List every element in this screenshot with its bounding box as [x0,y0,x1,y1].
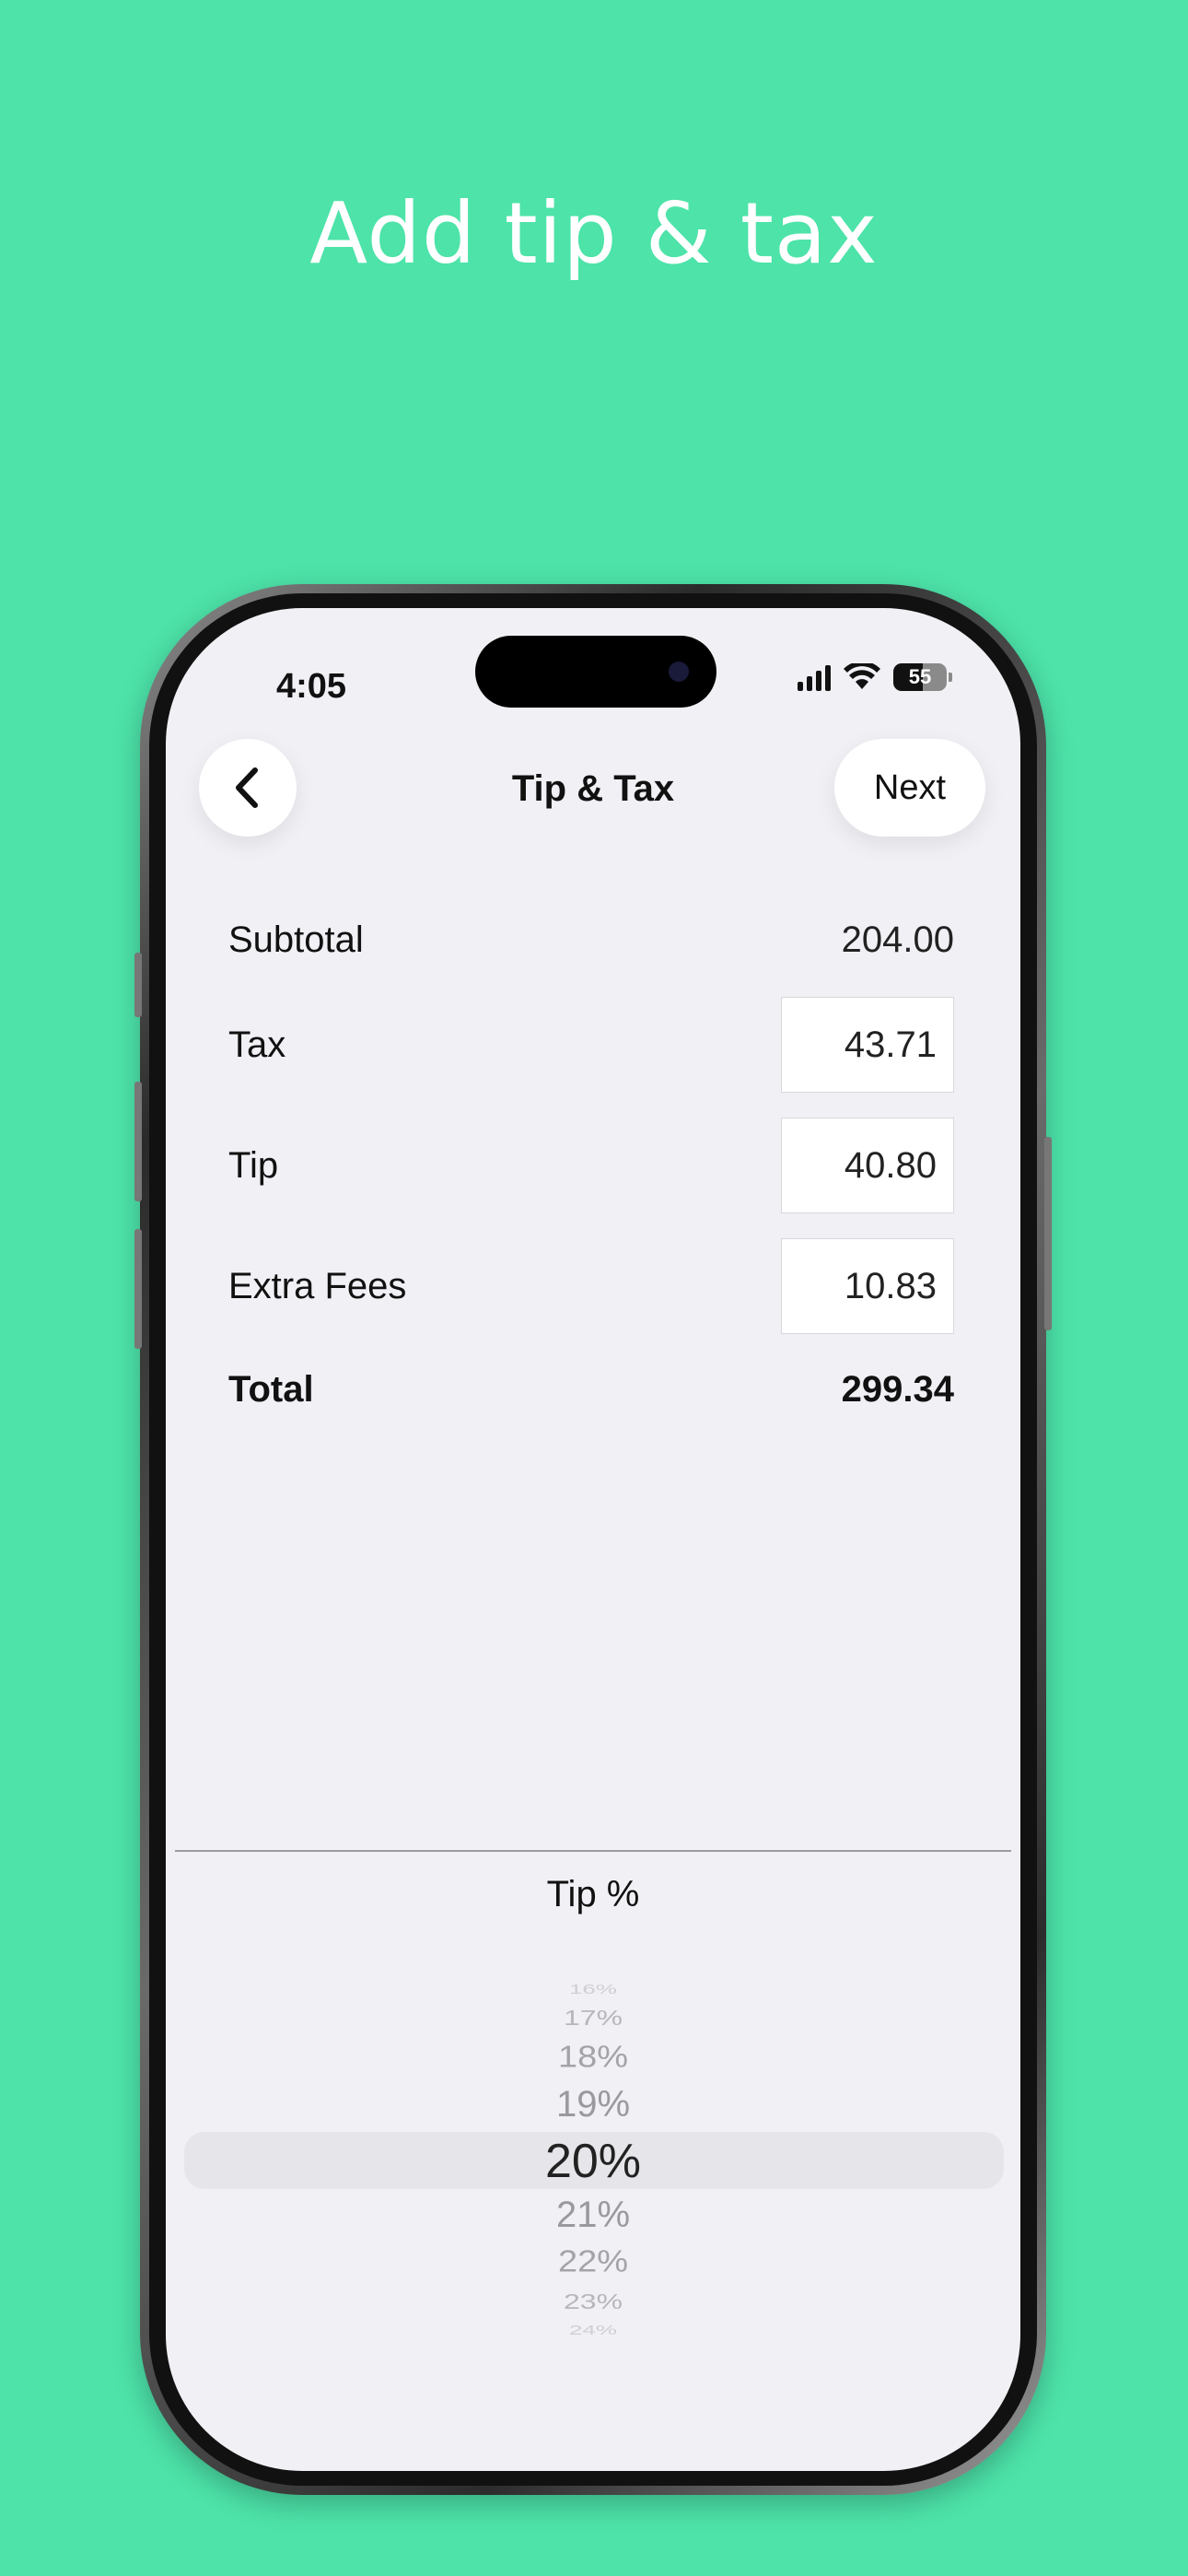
tip-percent-title: Tip % [546,1874,640,1914]
picker-option[interactable]: 24% [166,2324,1020,2336]
divider [175,1850,1011,1852]
picker-option[interactable]: 22% [166,2246,1020,2277]
volume-down-button [134,1229,142,1349]
power-button [1044,1137,1052,1330]
promo-headline: Add tip & tax [309,184,879,283]
battery-level: 55 [908,665,932,688]
battery-icon: 55 [893,663,952,691]
tax-input[interactable]: 43.71 [781,997,954,1093]
tax-label: Tax [228,1025,286,1065]
next-button[interactable]: Next [834,739,985,837]
picker-option-selected[interactable]: 20% [166,2137,1020,2185]
status-time: 4:05 [276,667,347,706]
front-camera [669,662,689,682]
total-value: 299.34 [841,1369,954,1410]
total-label: Total [228,1369,314,1410]
picker-option[interactable]: 16% [166,1983,1020,1996]
picker-option[interactable]: 18% [166,2042,1020,2072]
app-screen: 4:05 55 Tip & Tax Next Subtotal 204.00 T… [166,608,1020,2471]
picker-option[interactable]: 17% [166,2007,1020,2028]
action-button [134,953,142,1017]
extra-fees-input[interactable]: 10.83 [781,1238,954,1334]
tip-label: Tip [228,1145,279,1186]
picker-option[interactable]: 21% [166,2196,1020,2233]
subtotal-value: 204.00 [841,919,954,960]
status-icons: 55 [798,663,952,691]
picker-option[interactable]: 19% [166,2086,1020,2123]
tip-input[interactable]: 40.80 [781,1118,954,1213]
volume-up-button [134,1082,142,1201]
picker-option[interactable]: 23% [166,2290,1020,2312]
phone-device: 4:05 55 Tip & Tax Next Subtotal 204.00 T… [134,584,1052,2495]
subtotal-label: Subtotal [228,919,364,960]
signal-icon [798,663,831,691]
dynamic-island [475,636,716,708]
wifi-icon [844,663,880,689]
extra-fees-label: Extra Fees [228,1266,407,1306]
